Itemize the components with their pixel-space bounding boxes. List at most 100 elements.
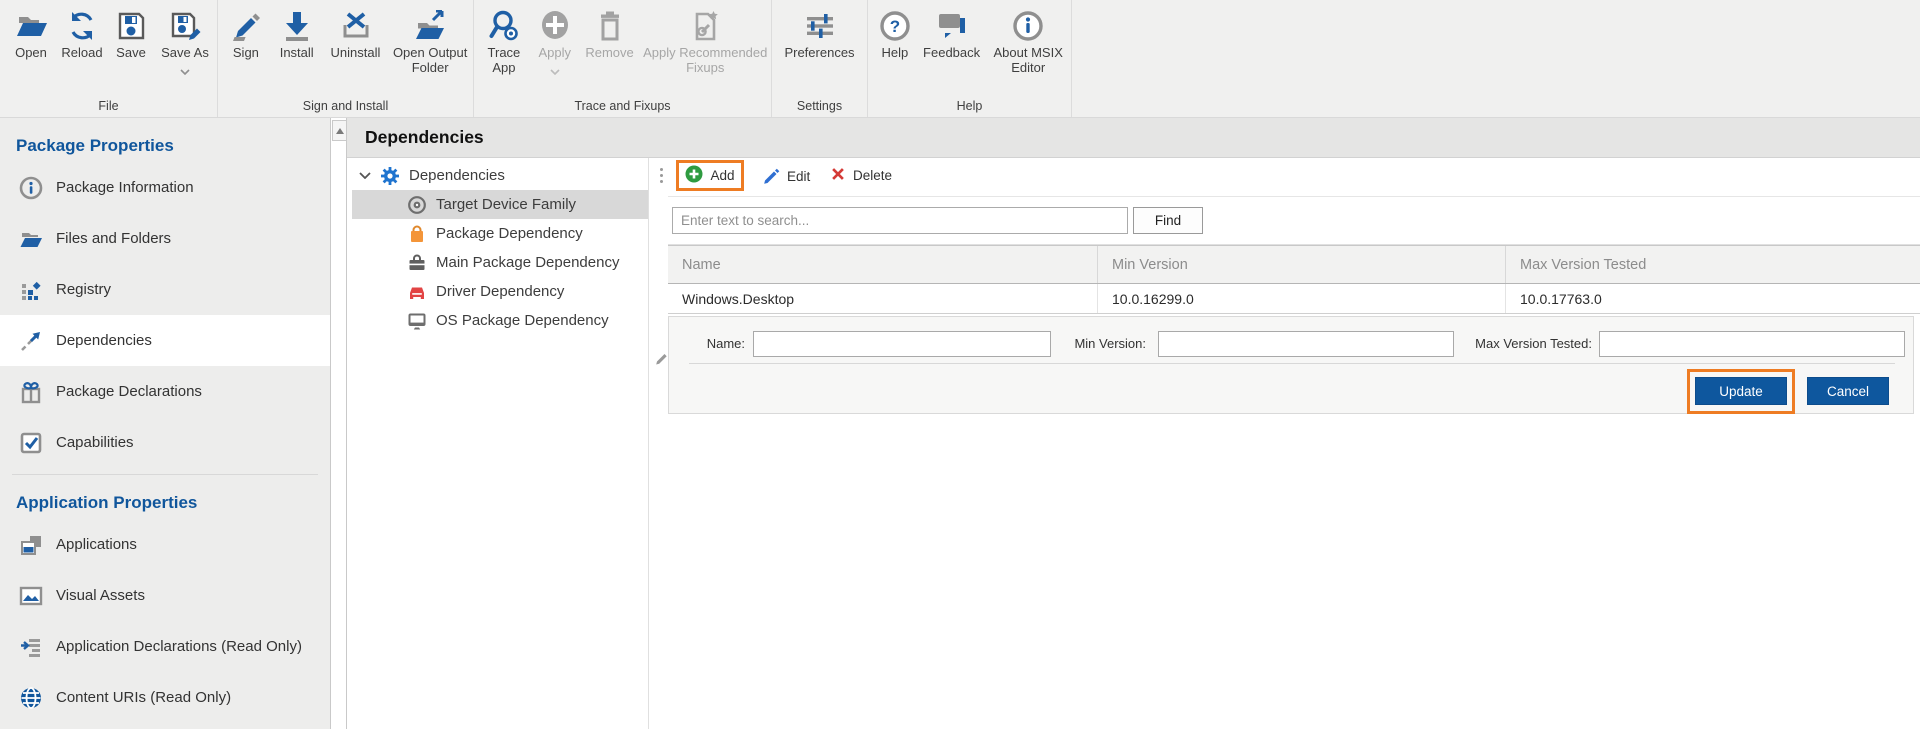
dependencies-arrow-icon — [18, 329, 44, 353]
button-label: Delete — [853, 168, 892, 183]
ribbon-group-trace-fixups: Trace App Apply Remove Apply Recommended… — [474, 0, 772, 117]
table-header-row: Name Min Version Max Version Tested — [668, 245, 1920, 284]
ribbon-toolbar: Open Reload Save Save As File — [0, 0, 1920, 118]
monitor-icon — [406, 311, 428, 331]
uninstall-button[interactable]: Uninstall — [324, 7, 388, 60]
save-as-icon — [168, 7, 202, 45]
save-icon — [114, 7, 148, 45]
sidebar-item-visual-assets[interactable]: Visual Assets — [0, 570, 330, 621]
button-label: Add — [710, 168, 734, 183]
tree-node-dependencies-root[interactable]: Dependencies — [347, 161, 648, 190]
tree-node-label: OS Package Dependency — [436, 312, 609, 329]
trace-app-icon — [487, 7, 521, 45]
tree-node-os-package-dependency[interactable]: OS Package Dependency — [347, 306, 648, 335]
preferences-sliders-icon — [803, 7, 837, 45]
install-arrow-icon — [280, 7, 314, 45]
ribbon-group-sign-install: Sign Install Uninstall Open Output Folde… — [218, 0, 474, 117]
feedback-button[interactable]: Feedback — [918, 7, 986, 60]
info-circle-icon — [1011, 7, 1045, 45]
reload-button[interactable]: Reload — [56, 7, 108, 60]
gear-icon — [379, 166, 401, 186]
sidebar-item-files-and-folders[interactable]: Files and Folders — [0, 213, 330, 264]
page-title-bar: Dependencies — [347, 118, 1920, 158]
sidebar-item-capabilities[interactable]: Capabilities — [0, 417, 330, 468]
sidebar-section-header: Package Properties — [0, 118, 330, 162]
button-label: Install — [280, 45, 314, 60]
apply-recommended-fixups-button[interactable]: Apply Recommended Fixups — [639, 7, 771, 75]
save-as-button[interactable]: Save As — [154, 7, 216, 80]
triangle-up-icon — [336, 128, 344, 134]
add-button[interactable]: Add — [685, 165, 734, 186]
column-header-name[interactable]: Name — [668, 246, 1098, 283]
button-label: Apply — [538, 45, 571, 60]
sign-button[interactable]: Sign — [222, 7, 270, 60]
open-output-folder-button[interactable]: Open Output Folder — [387, 7, 473, 75]
sidebar-item-package-declarations[interactable]: Package Declarations — [0, 366, 330, 417]
sidebar-item-applications[interactable]: Applications — [0, 519, 330, 570]
declarations-arrow-icon — [18, 635, 44, 659]
sidebar-item-application-declarations[interactable]: Application Declarations (Read Only) — [0, 621, 330, 672]
sidebar-item-dependencies[interactable]: Dependencies — [0, 315, 330, 366]
update-button[interactable]: Update — [1695, 377, 1787, 405]
tree-node-package-dependency[interactable]: Package Dependency — [347, 219, 648, 248]
name-field[interactable] — [753, 331, 1051, 357]
sidebar-item-registry[interactable]: Registry — [0, 264, 330, 315]
scrollbar-up-button[interactable] — [332, 120, 347, 141]
tree-node-driver-dependency[interactable]: Driver Dependency — [347, 277, 648, 306]
feedback-bubble-icon — [935, 7, 969, 45]
ribbon-group-label: Sign and Install — [218, 99, 473, 113]
tree-node-main-package-dependency[interactable]: Main Package Dependency — [347, 248, 648, 277]
button-label: Save — [116, 45, 146, 60]
chevron-down-icon — [180, 62, 190, 80]
help-button[interactable]: ? Help — [872, 7, 918, 60]
min-version-field-label: Min Version: — [1049, 336, 1146, 351]
sidebar-item-label: Dependencies — [56, 332, 152, 349]
sidebar-scrollbar[interactable] — [330, 118, 347, 729]
search-input[interactable] — [672, 207, 1128, 234]
panel-splitter[interactable] — [649, 158, 668, 729]
add-highlight-box: Add — [676, 160, 744, 191]
detail-toolbar: Add Edit Delete — [668, 158, 1920, 197]
button-label: Uninstall — [331, 45, 381, 60]
msix-editor-window: Open Reload Save Save As File — [0, 0, 1920, 729]
button-label: Apply Recommended Fixups — [639, 45, 771, 75]
fixups-document-icon — [688, 7, 722, 45]
delete-button[interactable]: Delete — [830, 166, 892, 185]
gift-box-icon — [18, 380, 44, 404]
sidebar-item-content-uris[interactable]: Content URIs (Read Only) — [0, 672, 330, 723]
max-version-field[interactable] — [1599, 331, 1905, 357]
tree-node-target-device-family[interactable]: Target Device Family — [352, 190, 648, 219]
sidebar-item-label: Files and Folders — [56, 230, 171, 247]
cancel-button[interactable]: Cancel — [1807, 377, 1889, 405]
min-version-field[interactable] — [1158, 331, 1454, 357]
find-button[interactable]: Find — [1133, 207, 1203, 234]
button-label: Edit — [787, 169, 810, 184]
form-divider — [689, 363, 1895, 364]
apply-button[interactable]: Apply — [530, 7, 580, 80]
column-header-min-version[interactable]: Min Version — [1098, 246, 1506, 283]
edit-form: Name: Min Version: Max Version Tested: U… — [668, 316, 1914, 414]
sidebar-section-header: Application Properties — [0, 475, 330, 519]
open-output-folder-icon — [413, 7, 447, 45]
button-label: Open — [15, 45, 47, 60]
button-label: Preferences — [784, 45, 854, 60]
open-button[interactable]: Open — [6, 7, 56, 60]
save-button[interactable]: Save — [108, 7, 154, 60]
open-folder-icon — [14, 7, 48, 45]
help-question-icon: ? — [878, 7, 912, 45]
remove-button[interactable]: Remove — [580, 7, 640, 60]
chevron-down-icon[interactable] — [357, 172, 373, 179]
button-label: Remove — [585, 45, 633, 60]
sidebar-item-label: Applications — [56, 536, 137, 553]
ribbon-group-label: File — [0, 99, 217, 113]
table-row[interactable]: Windows.Desktop 10.0.16299.0 10.0.17763.… — [668, 284, 1920, 314]
about-msix-editor-button[interactable]: About MSIX Editor — [985, 7, 1071, 75]
tree-node-label: Main Package Dependency — [436, 254, 619, 271]
install-button[interactable]: Install — [270, 7, 324, 60]
sidebar-item-package-information[interactable]: Package Information — [0, 162, 330, 213]
preferences-button[interactable]: Preferences — [776, 7, 864, 60]
ribbon-group-settings: Preferences Settings — [772, 0, 868, 117]
column-header-max-version-tested[interactable]: Max Version Tested — [1506, 246, 1920, 283]
trace-app-button[interactable]: Trace App — [478, 7, 530, 75]
edit-button[interactable]: Edit — [762, 166, 810, 187]
